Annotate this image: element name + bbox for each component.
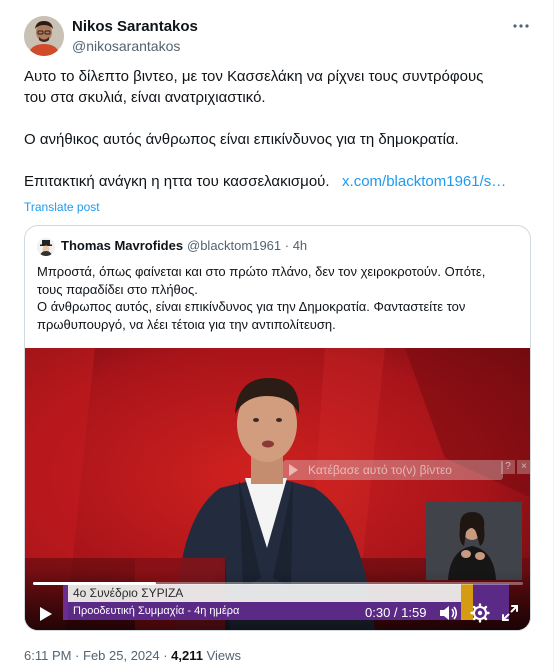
quoted-text-line: Ο άνθρωπος αυτός, είναι επικίνδυνος για …	[37, 299, 466, 314]
play-button[interactable]	[37, 604, 55, 624]
lower-third-title: 4ο Συνέδριο ΣΥΡΙΖΑ	[63, 584, 461, 602]
gear-icon	[470, 603, 490, 623]
tweet-text-line: Ο ανήθικος αυτός άνθρωπος είναι επικίνδυ…	[24, 131, 459, 148]
download-video-overlay[interactable]: Κατέβασε αυτό το(ν) βίντεο	[283, 460, 503, 480]
overlay-help-button[interactable]: ?	[501, 460, 515, 474]
volume-icon	[440, 606, 458, 620]
more-options-button[interactable]	[511, 16, 531, 36]
quoted-author-avatar[interactable]	[37, 238, 55, 256]
sign-language-inset	[426, 502, 522, 580]
tweet-text-segment: Επιτακτική ανάγκη η ηττα του κασσελακισμ…	[24, 173, 330, 190]
tweet-text-line: Επιτακτική ανάγκη η ηττα του κασσελακισμ…	[24, 171, 534, 192]
video-progress-bar[interactable]	[33, 582, 523, 585]
quoted-text-line: Μπροστά, όπως φαίνεται και στο πρώτο πλά…	[37, 264, 486, 279]
more-dots-icon	[513, 24, 529, 28]
views-label: Views	[203, 648, 242, 663]
lower-third-bar	[63, 584, 68, 620]
video-time: 0:30 / 1:59	[365, 605, 427, 620]
author-avatar[interactable]	[24, 16, 64, 56]
author-handle[interactable]: @nikosarantakos	[72, 38, 180, 54]
video-player[interactable]: Κατέβασε αυτό το(ν) βίντεο ? × 4ο Συνέδρ…	[25, 348, 530, 630]
quoted-author-name[interactable]: Thomas Mavrofides	[61, 238, 183, 253]
quoted-text-line: τους παραδίδει στο πλήθος.	[37, 281, 198, 297]
sign-interpreter-image	[426, 502, 522, 580]
hat-avatar-icon	[37, 238, 55, 256]
download-overlay-text: Κατέβασε αυτό το(ν) βίντεο	[308, 463, 452, 477]
tweet-timestamp[interactable]: 6:11 PM · Feb 25, 2024 ·	[24, 648, 171, 663]
quoted-text-line: πρωθυπουργό, να λέει τέτοια για την αντι…	[37, 316, 336, 332]
user-photo-icon	[24, 16, 64, 56]
tweet-text-line: Αυτο το δίλεπτο βιντεο, με τον Κασσελάκη…	[24, 68, 484, 85]
play-icon	[40, 607, 52, 621]
volume-button[interactable]	[437, 602, 459, 624]
settings-button[interactable]	[469, 602, 491, 624]
quoted-tweet-text: Μπροστά, όπως φαίνεται και στο πρώτο πλά…	[37, 263, 521, 333]
overlay-close-button[interactable]: ×	[517, 460, 530, 474]
author-name[interactable]: Nikos Sarantakos	[72, 18, 198, 35]
views-count: 4,211	[171, 648, 203, 663]
fullscreen-button[interactable]	[499, 602, 521, 624]
video-progress-fill	[33, 582, 157, 585]
download-play-icon	[289, 464, 298, 476]
tweet-container: Nikos Sarantakos @nikosarantakos Αυτο το…	[0, 0, 554, 672]
translate-post-link[interactable]: Translate post	[24, 200, 100, 214]
tweet-metadata: 6:11 PM · Feb 25, 2024 · 4,211 Views	[24, 648, 241, 663]
tweet-text-line: του στα σκυλιά, είναι ανατριχιαστικό.	[24, 89, 266, 106]
tweet-text: Αυτο το δίλεπτο βιντεο, με τον Κασσελάκη…	[24, 66, 534, 192]
quoted-author-handle[interactable]: @blacktom1961 · 4h	[187, 238, 307, 253]
tweet-link[interactable]: x.com/blacktom1961/s…	[342, 173, 506, 190]
fullscreen-icon	[502, 605, 518, 621]
quoted-tweet[interactable]: Thomas Mavrofides @blacktom1961 · 4h Μπρ…	[24, 225, 531, 631]
